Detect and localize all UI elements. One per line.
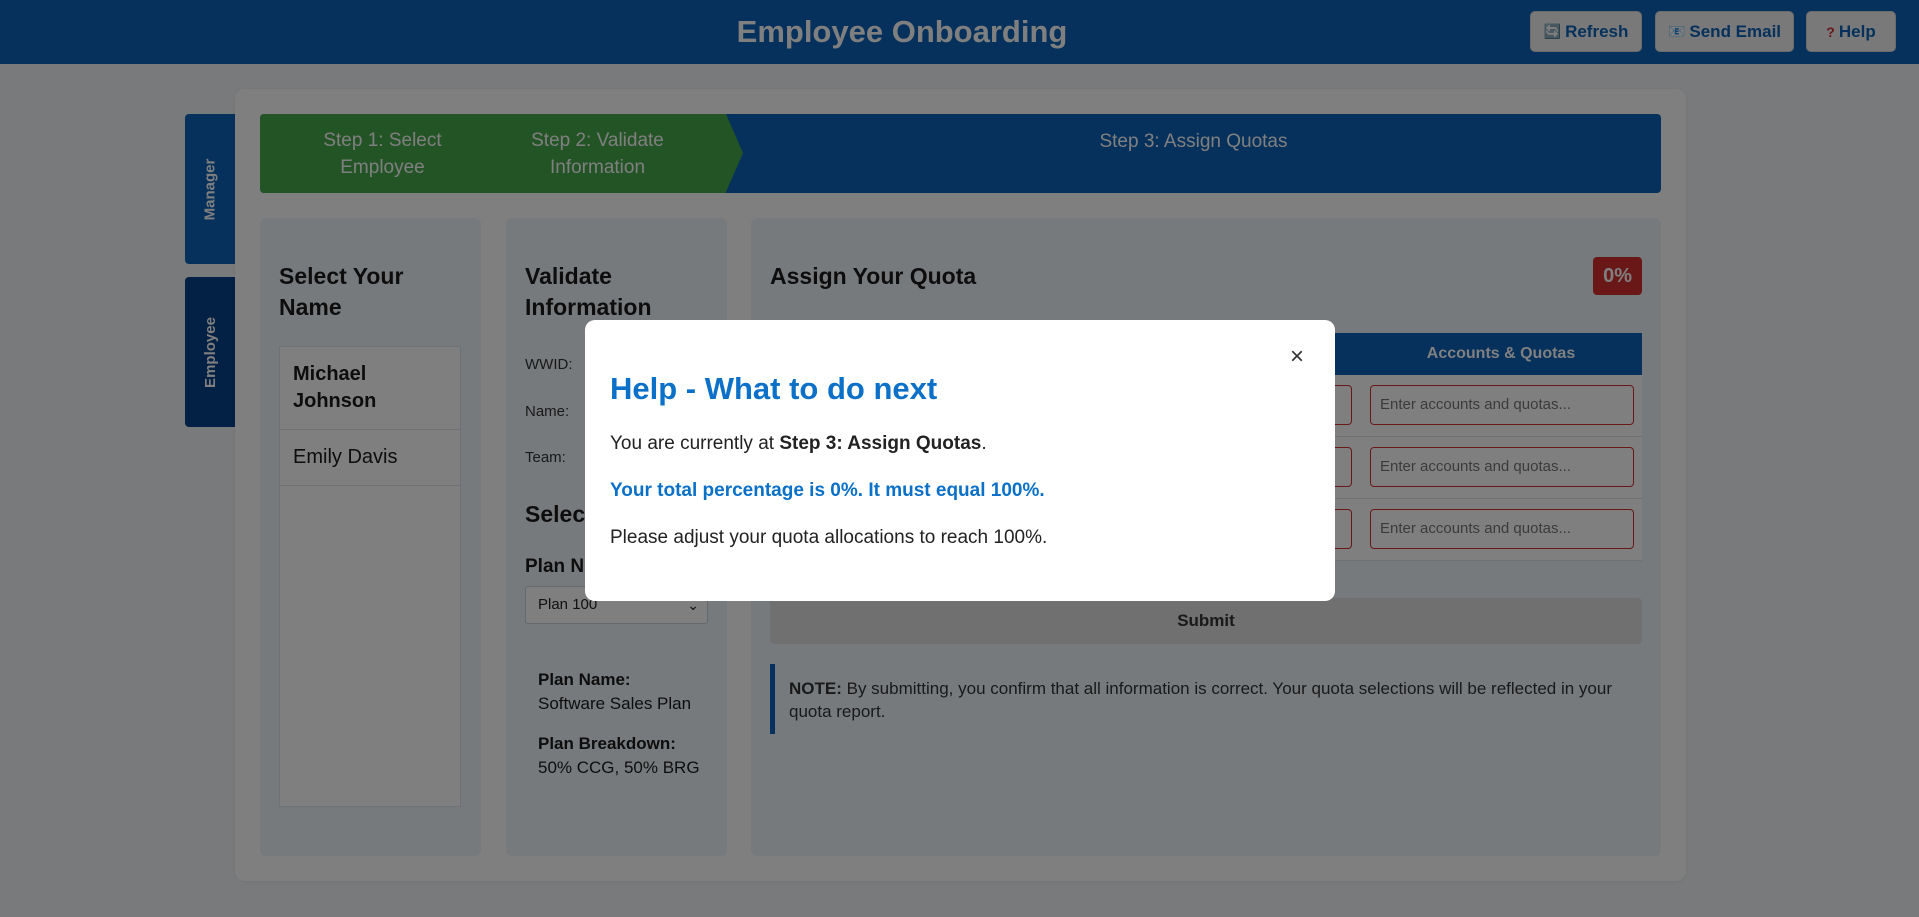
modal-line1-prefix: You are currently at xyxy=(610,433,780,454)
help-modal: × Help - What to do next You are current… xyxy=(585,320,1335,601)
modal-current-step-name: Step 3: Assign Quotas xyxy=(779,433,982,454)
modal-instruction: Please adjust your quota allocations to … xyxy=(610,527,1048,548)
close-icon[interactable]: × xyxy=(1290,342,1304,372)
modal-line1-suffix: . xyxy=(981,433,987,454)
modal-title: Help - What to do next xyxy=(610,371,938,406)
modal-current-step: You are currently at Step 3: Assign Quot… xyxy=(610,431,987,457)
modal-warning: Your total percentage is 0%. It must equ… xyxy=(610,480,1045,501)
